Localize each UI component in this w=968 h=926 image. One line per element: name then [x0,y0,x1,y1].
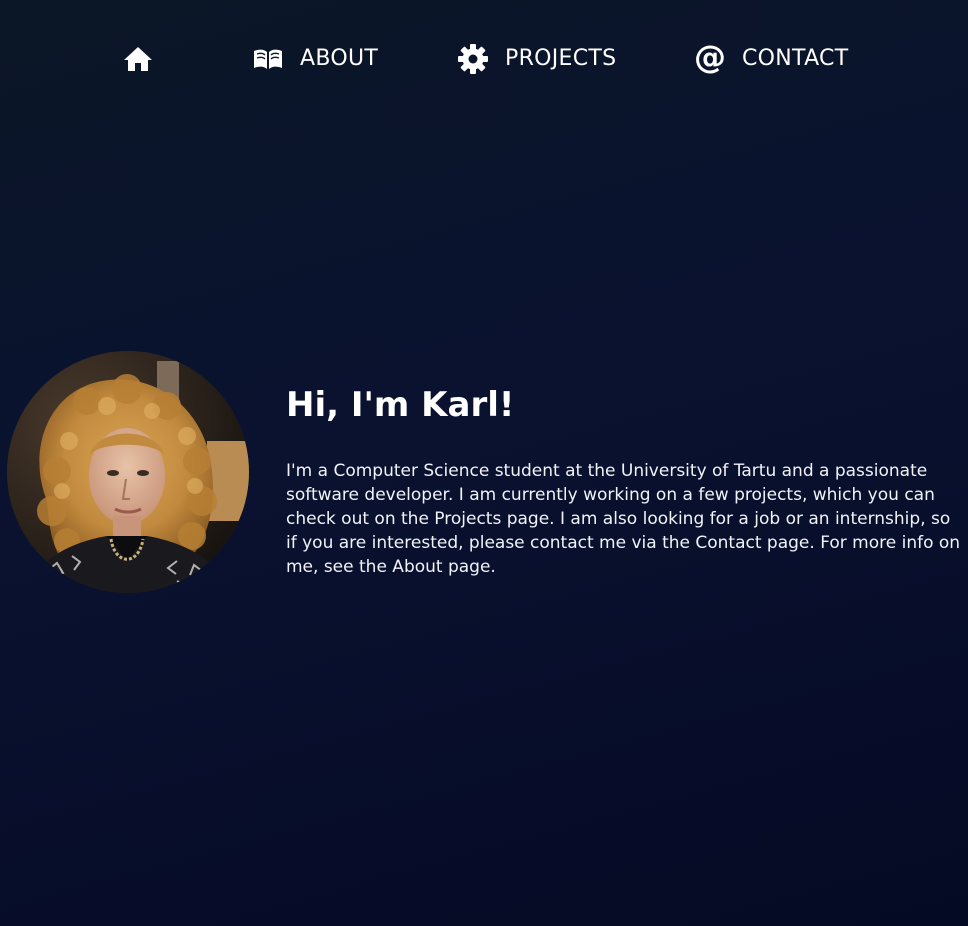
at-sign-icon: @ [694,38,726,76]
gear-icon [457,43,489,75]
intro-paragraph: I'm a Computer Science student at the Un… [286,461,961,577]
profile-photo [7,351,249,593]
nav-about-label: ABOUT [300,46,379,71]
nav-projects-label: PROJECTS [505,46,617,71]
home-icon [122,45,154,73]
intro-section: Hi, I'm Karl! I'm a Computer Science stu… [286,380,962,579]
page-title: Hi, I'm Karl! [286,385,515,425]
nav-contact-link[interactable]: @ CONTACT [694,40,848,78]
main-navigation: ABOUT PROJECTS @ CONTACT [0,0,968,120]
book-icon [252,47,284,71]
nav-about-link[interactable]: ABOUT [252,40,378,78]
nav-home-link[interactable] [122,40,154,78]
nav-projects-link[interactable]: PROJECTS [457,40,616,78]
nav-contact-label: CONTACT [742,46,849,71]
